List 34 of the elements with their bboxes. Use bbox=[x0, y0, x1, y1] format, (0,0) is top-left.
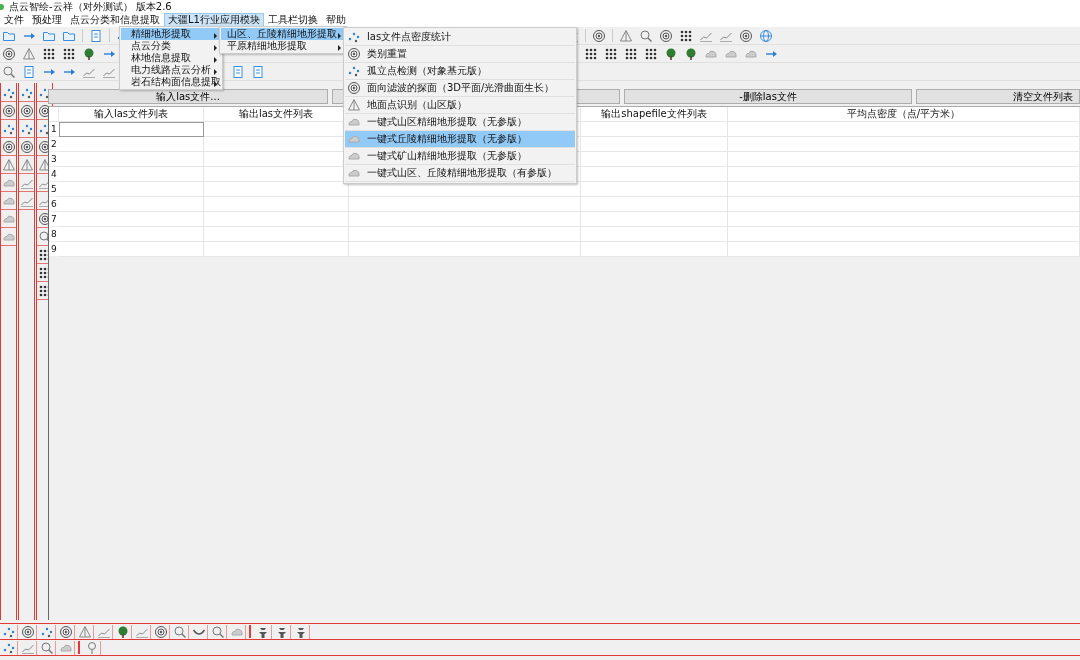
row-number: 7 bbox=[49, 212, 59, 227]
menu-item[interactable]: 工具栏切换 bbox=[263, 13, 322, 27]
menu-item[interactable]: 一键式山区、丘陵精细地形提取（有参版） bbox=[345, 165, 575, 182]
row-number: 2 bbox=[49, 137, 59, 152]
menu-item[interactable]: 类别重置 bbox=[345, 46, 575, 63]
menu-item[interactable]: 预处理 bbox=[28, 13, 66, 27]
menu-item[interactable]: 一键式丘陵精细地形提取（无参版） bbox=[345, 131, 575, 148]
menu-item[interactable]: 一键式矿山精细地形提取（无参版） bbox=[345, 148, 575, 165]
menu-item[interactable]: 孤立点检测（对象基元版） bbox=[345, 63, 575, 80]
menu-item[interactable]: 帮助 bbox=[321, 13, 350, 27]
window-title: 点云智绘-云祥（对外测试） 版本2.6 bbox=[9, 0, 172, 14]
column-header[interactable]: 输出shapefile文件列表 bbox=[581, 107, 728, 122]
menu-item[interactable]: 点云分类和信息提取 bbox=[66, 13, 164, 27]
row-number: 5 bbox=[49, 182, 59, 197]
column-header[interactable]: 输入las文件列表 bbox=[59, 107, 204, 122]
row-number: 4 bbox=[49, 167, 59, 182]
clear-list-button[interactable]: 清空文件列表 bbox=[916, 89, 1080, 104]
column-header[interactable]: 平均点密度（点/平方米） bbox=[728, 107, 1080, 122]
menu-item[interactable]: 精细地形提取 bbox=[121, 28, 221, 40]
input-file-button[interactable]: 输入las文件... bbox=[48, 89, 328, 104]
row-number: 8 bbox=[49, 227, 59, 242]
row-number: 9 bbox=[49, 242, 59, 257]
menu-item[interactable]: 电力线路点云分析 bbox=[121, 64, 221, 76]
menu-item[interactable]: las文件点密度统计 bbox=[345, 29, 575, 46]
menu-item[interactable]: 面向滤波的探面（3D平面/光滑曲面生长） bbox=[345, 80, 575, 97]
menu-item[interactable]: 地面点识别（山区版） bbox=[345, 97, 575, 114]
row-number: 1 bbox=[49, 122, 59, 137]
row-number: 3 bbox=[49, 152, 59, 167]
row-number: 6 bbox=[49, 197, 59, 212]
menu-item[interactable]: 林地信息提取 bbox=[121, 52, 221, 64]
menu-item[interactable]: 大疆L1行业应用模块 bbox=[164, 13, 264, 27]
delete-file-button[interactable]: -删除las文件 bbox=[624, 89, 912, 104]
menu-item[interactable]: 山区、丘陵精细地形提取 bbox=[221, 28, 345, 40]
menu-item[interactable]: 文件 bbox=[0, 13, 28, 27]
